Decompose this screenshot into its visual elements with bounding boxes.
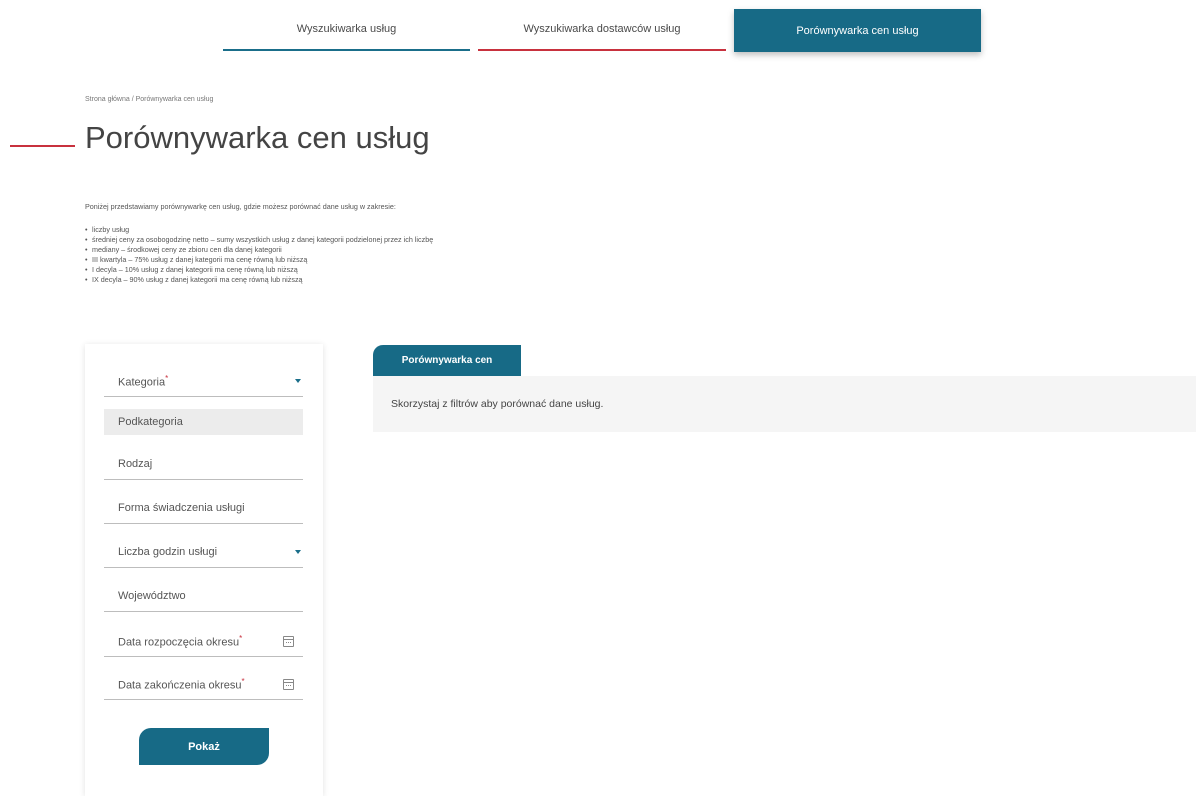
calendar-icon[interactable] (283, 635, 294, 647)
list-item: średniej ceny za osobogodzinę netto – su… (85, 235, 433, 245)
hours-label: Liczba godzin usługi (118, 546, 218, 558)
show-button[interactable]: Pokaż (139, 728, 269, 765)
list-item: liczby usług (85, 225, 433, 235)
tab-service-search[interactable]: Wyszukiwarka usług (223, 9, 470, 51)
page-title: Porównywarka cen usług (85, 120, 430, 155)
list-item: IX decyla – 90% usług z danej kategorii … (85, 275, 433, 285)
type-select[interactable]: Rodzaj (104, 449, 303, 480)
category-select[interactable]: Kategoria* (104, 366, 303, 397)
subcategory-select: Podkategoria (104, 409, 303, 435)
end-date-input[interactable]: Data zakończenia okresu* (104, 669, 303, 700)
voivodeship-label: Województwo (118, 590, 186, 602)
results-message: Skorzystaj z filtrów aby porównać dane u… (391, 398, 604, 410)
list-item: III kwartyla – 75% usług z danej kategor… (85, 255, 433, 265)
end-date-label: Data zakończenia okresu* (118, 676, 245, 692)
tab-label: Porównywarka cen usług (796, 24, 919, 37)
tab-price-comparison-results[interactable]: Porównywarka cen (373, 345, 521, 376)
tab-provider-search[interactable]: Wyszukiwarka dostawców usług (478, 9, 726, 51)
calendar-icon[interactable] (283, 678, 294, 690)
intro-lead: Poniżej przedstawiamy porównywarkę cen u… (85, 202, 396, 211)
list-item: mediany – środkowej ceny ze zbioru cen d… (85, 245, 433, 255)
chevron-down-icon (295, 379, 301, 383)
start-date-label: Data rozpoczęcia okresu* (118, 633, 243, 649)
list-item: I decyla – 10% usług z danej kategorii m… (85, 265, 433, 275)
intro-list: liczby usług średniej ceny za osobogodzi… (85, 225, 433, 285)
title-accent-line (10, 145, 75, 147)
results-panel: Skorzystaj z filtrów aby porównać dane u… (373, 376, 1196, 432)
breadcrumb[interactable]: Strona główna / Porównywarka cen usług (85, 96, 213, 103)
tab-price-comparison[interactable]: Porównywarka cen usług (734, 9, 981, 52)
type-label: Rodzaj (118, 458, 153, 470)
voivodeship-select[interactable]: Województwo (104, 581, 303, 612)
service-form-label: Forma świadczenia usługi (118, 502, 245, 514)
tab-label: Wyszukiwarka usług (296, 23, 397, 35)
filter-panel: Kategoria* Podkategoria Rodzaj Forma świ… (85, 344, 323, 796)
hours-select[interactable]: Liczba godzin usługi (104, 537, 303, 568)
service-form-select[interactable]: Forma świadczenia usługi (104, 493, 303, 524)
chevron-down-icon (295, 550, 301, 554)
page: Wyszukiwarka usług Wyszukiwarka dostawcó… (0, 0, 1196, 796)
intro-text: Poniżej przedstawiamy porównywarkę cen u… (85, 202, 433, 285)
category-label: Kategoria* (118, 373, 169, 389)
start-date-input[interactable]: Data rozpoczęcia okresu* (104, 626, 303, 657)
subcategory-label: Podkategoria (118, 416, 183, 428)
tab-label: Wyszukiwarka dostawców usług (523, 23, 681, 35)
